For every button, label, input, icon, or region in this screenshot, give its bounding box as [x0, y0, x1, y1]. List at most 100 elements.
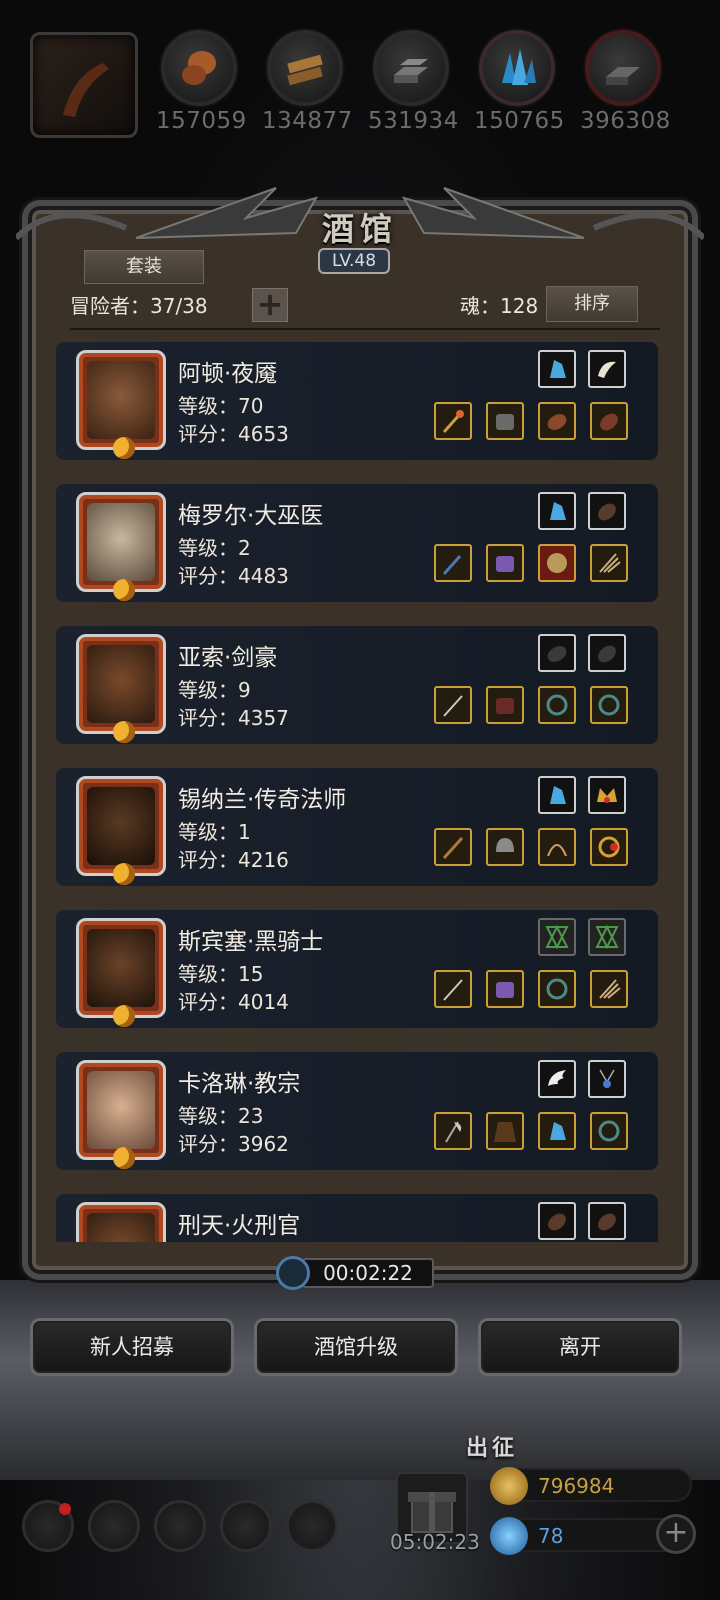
hero-portrait[interactable]: [76, 492, 166, 601]
resource-meat[interactable]: 157059: [156, 30, 246, 134]
suit-button[interactable]: 套装: [84, 250, 204, 284]
resource-stone[interactable]: 396308: [580, 30, 671, 134]
rune-icon[interactable]: [538, 918, 576, 956]
hero-name: 阿顿·夜魇: [178, 361, 278, 387]
resource-value: 531934: [368, 108, 459, 134]
boot-icon[interactable]: [588, 634, 626, 672]
crown-icon[interactable]: [588, 776, 626, 814]
hero-name: 锡纳兰·传奇法师: [178, 787, 347, 813]
staff-icon[interactable]: [434, 402, 472, 440]
moon-badge-icon: [113, 437, 135, 459]
armor-icon[interactable]: [486, 970, 524, 1008]
rune-icon[interactable]: [588, 918, 626, 956]
hero-level: 等级：23: [178, 1104, 264, 1128]
robe-icon[interactable]: [486, 1112, 524, 1150]
panel-title: 酒馆: [321, 210, 398, 248]
hero-card[interactable]: 刑天·火刑官: [56, 1194, 658, 1242]
wing-icon[interactable]: [538, 1060, 576, 1098]
sword-icon[interactable]: [434, 970, 472, 1008]
ring-icon[interactable]: [538, 970, 576, 1008]
hero-card[interactable]: 锡纳兰·传奇法师 等级：1 评分：4216: [56, 768, 658, 886]
guild-icon[interactable]: [154, 1500, 206, 1552]
sword-icon[interactable]: [434, 686, 472, 724]
gem-value: 78: [538, 1524, 564, 1548]
resource-value: 150765: [474, 108, 565, 134]
resource-iron[interactable]: 531934: [368, 30, 459, 134]
ruby-ring-icon[interactable]: [590, 828, 628, 866]
amulet-icon[interactable]: [588, 1060, 626, 1098]
shield-icon[interactable]: [538, 544, 576, 582]
sort-button[interactable]: 排序: [546, 286, 638, 322]
gift-timer: 05:02:23: [390, 1530, 480, 1554]
crystal-boot-icon[interactable]: [538, 1112, 576, 1150]
hero-score: 评分：4216: [178, 848, 289, 872]
ring-icon[interactable]: [590, 686, 628, 724]
hero-level: 等级：1: [178, 820, 251, 844]
hero-portrait[interactable]: [76, 918, 166, 1027]
divider: [70, 328, 660, 330]
meat-icon: [161, 30, 237, 106]
hero-card[interactable]: 梅罗尔·大巫医 等级：2 评分：4483: [56, 484, 658, 602]
hero-score: 评分：3962: [178, 1132, 289, 1156]
mail-icon[interactable]: [220, 1500, 272, 1552]
hero-card[interactable]: 亚索·剑豪 等级：9 评分：4357: [56, 626, 658, 744]
moon-badge-icon: [113, 721, 135, 743]
hero-portrait[interactable]: [76, 350, 166, 459]
gold-value: 796984: [538, 1474, 615, 1498]
hero-card[interactable]: 阿顿·夜魇 等级：70 评分：4653: [56, 342, 658, 460]
refresh-timer: 00:02:22: [276, 1256, 434, 1290]
resource-crystal[interactable]: 150765: [474, 30, 565, 134]
armor-icon[interactable]: [486, 544, 524, 582]
hero-score: 评分：4014: [178, 990, 289, 1014]
settings-gear-icon[interactable]: [22, 1500, 74, 1552]
resource-wood[interactable]: 134877: [262, 30, 352, 134]
boot-icon[interactable]: [590, 402, 628, 440]
boot-icon[interactable]: [588, 1202, 626, 1240]
hero-name: 斯宾塞·黑骑士: [178, 929, 324, 955]
main-item-slot[interactable]: [30, 32, 138, 138]
gauntlet-icon[interactable]: [538, 634, 576, 672]
recruit-button[interactable]: 新人招募: [30, 1318, 234, 1376]
claw-icon[interactable]: [590, 970, 628, 1008]
crystal-boot-icon[interactable]: [538, 492, 576, 530]
ring-icon[interactable]: [590, 1112, 628, 1150]
background-snow: [0, 1280, 720, 1480]
claw-icon[interactable]: [590, 544, 628, 582]
hero-card[interactable]: 卡洛琳·教宗 等级：23 评分：3962: [56, 1052, 658, 1170]
helmet-icon[interactable]: [486, 828, 524, 866]
armor-icon[interactable]: [486, 402, 524, 440]
crystal-boot-icon[interactable]: [538, 350, 576, 388]
inventory-icon[interactable]: [286, 1500, 338, 1552]
bow-icon[interactable]: [538, 828, 576, 866]
notification-dot: [59, 1503, 71, 1515]
leave-button[interactable]: 离开: [478, 1318, 682, 1376]
add-slot-button[interactable]: +: [252, 288, 288, 322]
feather-icon[interactable]: [588, 350, 626, 388]
hero-score: 评分：4357: [178, 706, 289, 730]
gold-counter: 796984: [490, 1467, 692, 1505]
armor-icon[interactable]: [486, 686, 524, 724]
hero-list[interactable]: 阿顿·夜魇 等级：70 评分：4653 竞 2 1 梅罗尔·大巫医 等级：2 评…: [56, 338, 668, 1242]
soul-count: 魂：128: [460, 294, 539, 318]
gauntlet-icon[interactable]: [538, 402, 576, 440]
hero-portrait[interactable]: [76, 776, 166, 885]
ring-icon[interactable]: [538, 686, 576, 724]
crystal-boot-icon[interactable]: [538, 776, 576, 814]
axe-icon[interactable]: [434, 1112, 472, 1150]
staff-icon[interactable]: [434, 544, 472, 582]
hero-portrait[interactable]: [76, 1060, 166, 1169]
staff-icon[interactable]: [434, 828, 472, 866]
hero-portrait[interactable]: [76, 1202, 166, 1242]
upgrade-tavern-button[interactable]: 酒馆升级: [254, 1318, 458, 1376]
achievements-icon[interactable]: [88, 1500, 140, 1552]
moon-badge-icon: [113, 863, 135, 885]
hero-card[interactable]: 斯宾塞·黑骑士 等级：15 评分：4014: [56, 910, 658, 1028]
gauntlet-icon[interactable]: [588, 492, 626, 530]
sortie-label[interactable]: 出征: [466, 1430, 518, 1462]
resource-value: 396308: [580, 108, 671, 134]
tavern-panel: 酒馆 LV.48 套装 冒险者：37/38 + 魂：128 排序 阿顿·夜魇 等…: [16, 178, 704, 1288]
hero-portrait[interactable]: [76, 634, 166, 743]
resource-bar: 157059 134877 531934 150765 396308: [0, 0, 720, 150]
add-gems-button[interactable]: +: [656, 1514, 696, 1554]
gauntlet-icon[interactable]: [538, 1202, 576, 1240]
